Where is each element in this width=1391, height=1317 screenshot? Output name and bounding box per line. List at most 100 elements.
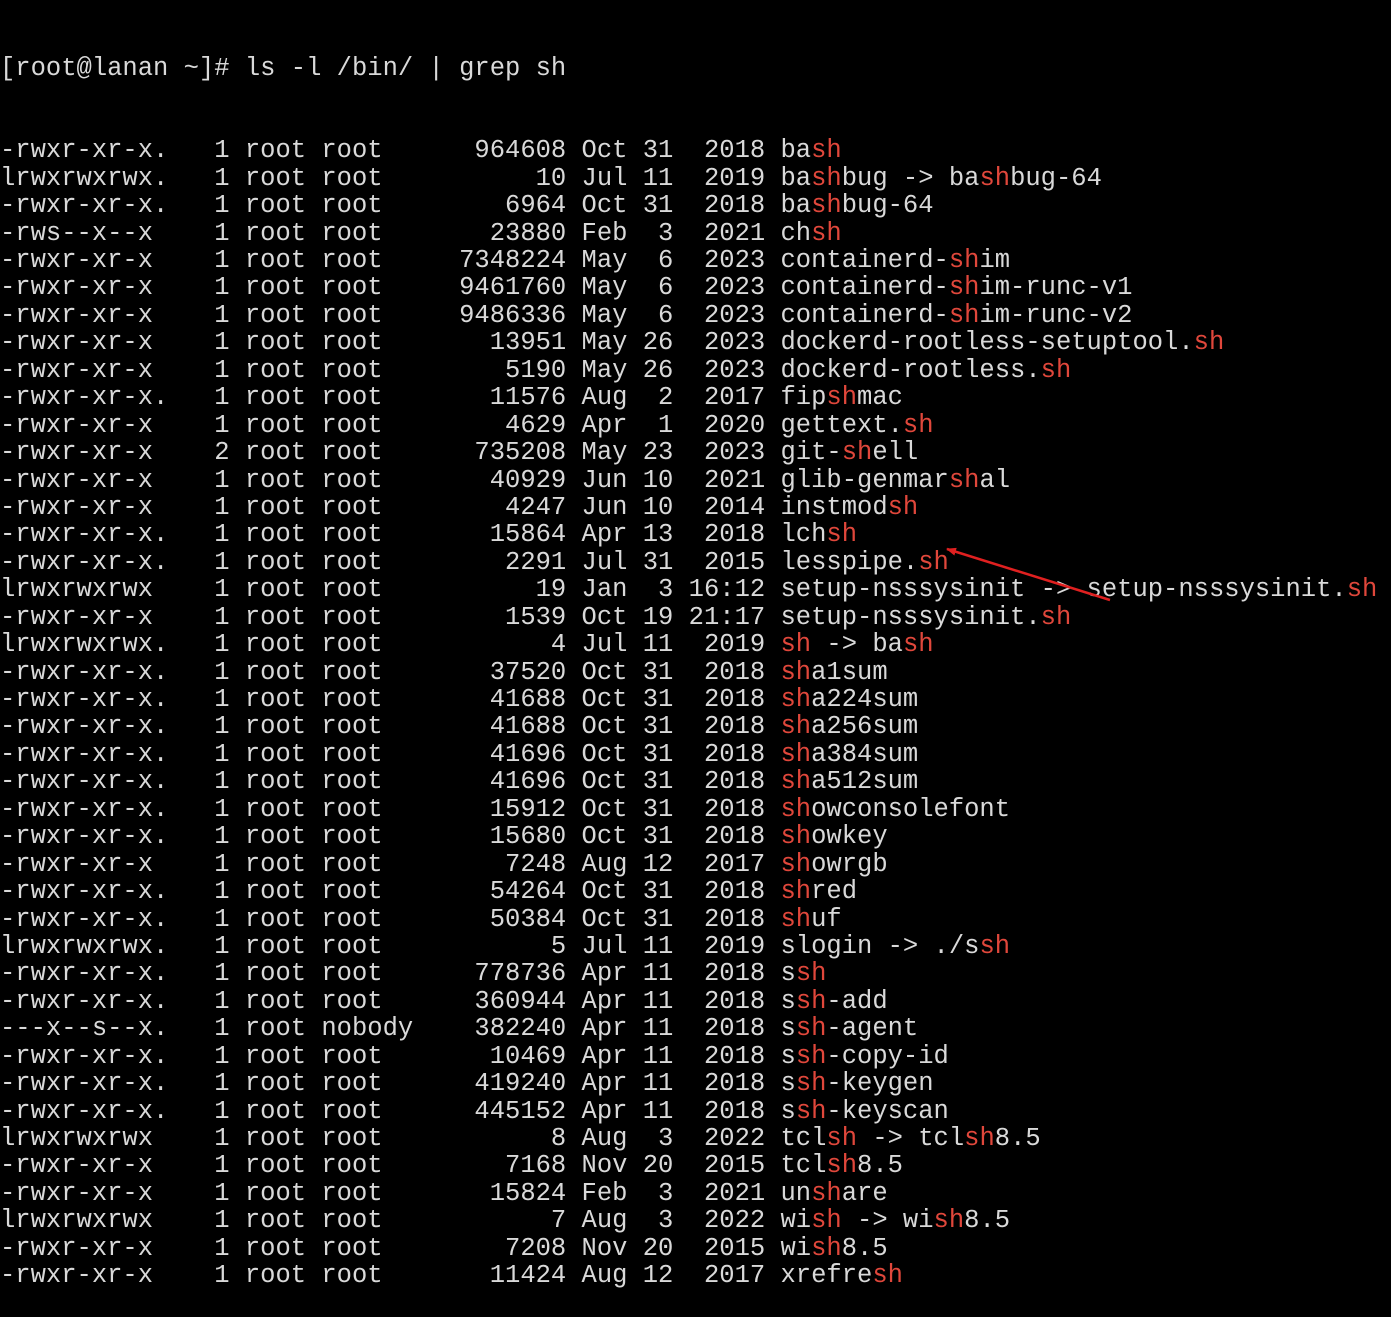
file-permissions: lrwxrwxrwx: [0, 575, 184, 605]
file-group: root: [321, 712, 429, 742]
file-day: 31: [642, 685, 689, 714]
file-month: Jul: [581, 163, 643, 193]
file-name: dockerd-rootless.sh: [780, 355, 1072, 385]
file-day: 3: [642, 218, 689, 248]
file-month: Oct: [581, 794, 643, 824]
file-owner: root: [244, 657, 322, 687]
file-name: containerd-shim: [780, 246, 1011, 275]
file-day: 31: [642, 136, 689, 166]
file-permissions: -rws--x--x: [0, 218, 184, 248]
file-size: 15824: [428, 1178, 582, 1208]
file-time: 2018: [688, 959, 781, 989]
link-count: 1: [183, 218, 245, 248]
file-time: 2015: [688, 1151, 781, 1181]
file-group: root: [321, 383, 429, 413]
file-name: instmodsh: [780, 492, 919, 522]
grep-match: sh: [795, 1096, 827, 1126]
listing-row: -rwxr-xr-x. 1 root root 50384 Oct 31 201…: [0, 904, 1391, 934]
listing-row: lrwxrwxrwx. 1 root root 4 Jul 11 2019 sh…: [0, 631, 1391, 658]
file-name: glib-genmarshal: [780, 465, 1011, 495]
file-month: Apr: [581, 1096, 643, 1126]
file-group: root: [321, 630, 429, 660]
file-name: sha1sum: [780, 657, 888, 687]
file-day: 10: [642, 492, 689, 522]
file-size: 54264: [428, 877, 582, 907]
file-group: root: [321, 1233, 429, 1263]
grep-match: sh: [826, 520, 858, 550]
file-group: root: [321, 355, 429, 385]
file-time: 2018: [688, 136, 781, 166]
file-permissions: -rwxr-xr-x.: [0, 822, 184, 852]
file-time: 2023: [688, 328, 781, 358]
listing-row: -rwxr-xr-x 1 root root 7348224 May 6 202…: [0, 247, 1391, 274]
file-size: 23880: [428, 218, 582, 248]
file-group: root: [321, 465, 429, 495]
link-count: 1: [183, 959, 245, 989]
file-owner: root: [244, 273, 322, 303]
grep-match: sh: [979, 931, 1011, 961]
file-time: 2017: [688, 383, 781, 413]
file-size: 4: [428, 630, 582, 660]
file-permissions: -rwxr-xr-x.: [0, 959, 184, 989]
file-size: 382240: [428, 1014, 582, 1044]
file-owner: root: [244, 383, 322, 413]
file-time: 2021: [688, 465, 781, 495]
file-month: May: [581, 438, 643, 468]
file-owner: root: [244, 1178, 322, 1208]
file-name: shuf: [780, 904, 842, 934]
file-day: 20: [642, 1151, 689, 1181]
grep-match: sh: [811, 1233, 842, 1263]
listing-row: -rwxr-xr-x. 1 root root 2291 Jul 31 2015…: [0, 549, 1391, 576]
file-owner: root: [244, 300, 322, 330]
listing-row: -rwxr-xr-x 1 root root 9461760 May 6 202…: [0, 274, 1391, 301]
link-count: 2: [183, 438, 245, 468]
file-time: 2020: [688, 410, 781, 440]
file-month: Aug: [581, 849, 643, 879]
file-owner: root: [244, 849, 322, 879]
file-time: 2019: [688, 163, 781, 193]
file-owner: root: [244, 986, 322, 1016]
file-month: Oct: [581, 712, 643, 742]
listing-row: lrwxrwxrwx. 1 root root 10 Jul 11 2019 b…: [0, 163, 1391, 193]
file-month: May: [581, 246, 643, 275]
file-day: 11: [642, 959, 689, 989]
file-month: Jul: [581, 630, 643, 660]
file-month: Oct: [581, 739, 643, 769]
file-size: 778736: [428, 959, 582, 989]
file-group: root: [321, 547, 429, 577]
file-permissions: -rwxr-xr-x.: [0, 1041, 184, 1071]
listing-row: -rwxr-xr-x 1 root root 1539 Oct 19 21:17…: [0, 603, 1391, 631]
file-time: 2018: [688, 877, 781, 907]
file-permissions: -rwxr-xr-x: [0, 246, 184, 275]
file-name: unshare: [780, 1178, 888, 1208]
grep-match: sh: [964, 1124, 995, 1153]
file-size: 9486336: [428, 300, 582, 330]
file-day: 6: [642, 300, 689, 330]
file-group: root: [321, 163, 429, 193]
file-permissions: -rwxr-xr-x: [0, 438, 184, 468]
file-name: bash: [780, 136, 842, 166]
grep-match: sh: [887, 492, 919, 522]
listing-row: lrwxrwxrwx. 1 root root 5 Jul 11 2019 sl…: [0, 933, 1391, 960]
file-group: root: [321, 877, 429, 907]
listing-output: -rwxr-xr-x. 1 root root 964608 Oct 31 20…: [0, 137, 1391, 1289]
file-group: root: [321, 273, 429, 303]
grep-match: sh: [795, 1069, 827, 1099]
file-size: 15864: [428, 520, 582, 550]
file-owner: root: [244, 767, 322, 797]
file-owner: root: [244, 410, 322, 440]
file-month: Jul: [581, 547, 643, 577]
file-time: 2018: [688, 986, 781, 1016]
file-size: 445152: [428, 1096, 582, 1126]
file-size: 735208: [428, 438, 582, 468]
link-count: 1: [183, 1233, 245, 1263]
file-name: ssh-keyscan: [780, 1096, 949, 1126]
terminal-window[interactable]: [root@lanan ~]# ls -l /bin/ | grep sh -r…: [0, 0, 1391, 1289]
grep-match: sh: [902, 630, 934, 660]
file-time: 2015: [688, 1233, 781, 1263]
link-count: 1: [183, 575, 245, 605]
file-group: root: [321, 685, 429, 714]
listing-row: -rwxr-xr-x 1 root root 7208 Nov 20 2015 …: [0, 1235, 1391, 1262]
file-day: 26: [642, 355, 689, 385]
grep-match: sh: [780, 794, 812, 824]
